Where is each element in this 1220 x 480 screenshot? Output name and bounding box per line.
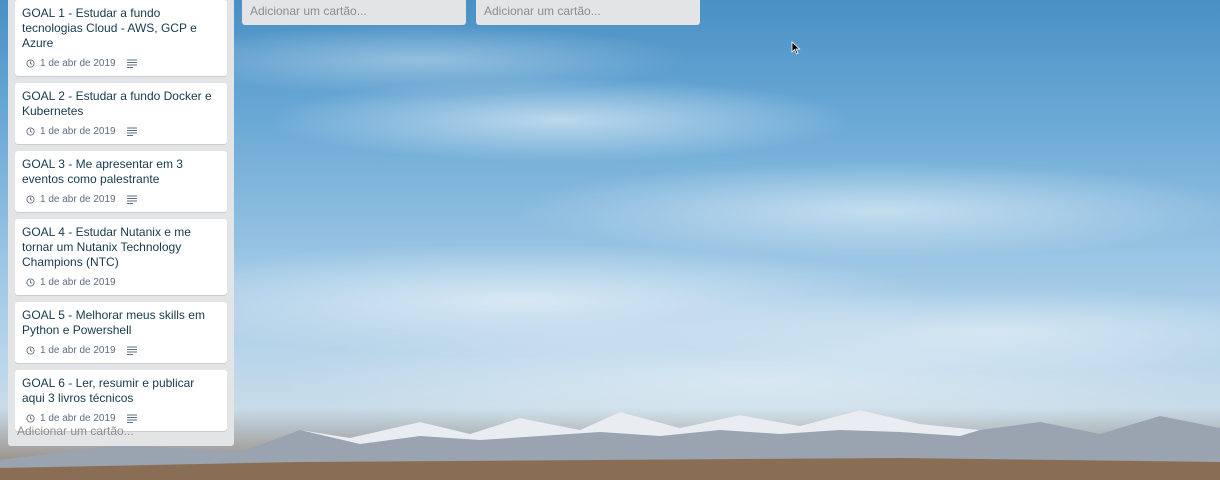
due-date-text: 1 de abr de 2019 [40, 344, 116, 356]
due-date-badge[interactable]: 1 de abr de 2019 [22, 194, 116, 205]
card-title: GOAL 6 - Ler, resumir e publicar aqui 3 … [22, 376, 195, 405]
card-badges: 1 de abr de 2019 [22, 192, 220, 206]
card-goal-2[interactable]: GOAL 2 - Estudar a fundo Docker e Kubern… [15, 83, 227, 144]
card-badges: 1 de abr de 2019 [22, 275, 220, 289]
due-date-badge[interactable]: 1 de abr de 2019 [22, 58, 116, 69]
card-title: GOAL 4 - Estudar Nutanix e me tornar um … [22, 225, 191, 269]
clock-icon [26, 277, 35, 287]
due-date-text: 1 de abr de 2019 [40, 412, 116, 424]
clock-icon [26, 126, 35, 136]
description-icon [126, 127, 137, 136]
due-date-text: 1 de abr de 2019 [40, 125, 116, 137]
description-icon [126, 59, 137, 68]
clock-icon [26, 413, 35, 423]
add-card-button[interactable]: Adicionar um cartão... [17, 424, 134, 438]
card-badges: 1 de abr de 2019 [22, 56, 220, 70]
due-date-text: 1 de abr de 2019 [40, 57, 116, 69]
card-goal-1[interactable]: GOAL 1 - Estudar a fundo tecnologias Clo… [15, 0, 227, 76]
due-date-badge[interactable]: 1 de abr de 2019 [22, 277, 116, 288]
card-title: GOAL 3 - Me apresentar em 3 eventos como… [22, 157, 183, 186]
card-goal-6[interactable]: GOAL 6 - Ler, resumir e publicar aqui 3 … [15, 370, 227, 431]
card-title: GOAL 2 - Estudar a fundo Docker e Kubern… [22, 89, 212, 118]
list-third: Adicionar um cartão... [476, 0, 700, 25]
due-date-text: 1 de abr de 2019 [40, 193, 116, 205]
list-goals: GOAL 1 - Estudar a fundo tecnologias Clo… [8, 0, 234, 446]
add-card-button[interactable]: Adicionar um cartão... [484, 4, 601, 18]
due-date-badge[interactable]: 1 de abr de 2019 [22, 413, 116, 424]
due-date-text: 1 de abr de 2019 [40, 276, 116, 288]
add-card-button[interactable]: Adicionar um cartão... [250, 4, 367, 18]
card-goal-4[interactable]: GOAL 4 - Estudar Nutanix e me tornar um … [15, 219, 227, 295]
list-second: Adicionar um cartão... [242, 0, 466, 25]
card-title: GOAL 5 - Melhorar meus skills em Python … [22, 308, 205, 337]
due-date-badge[interactable]: 1 de abr de 2019 [22, 126, 116, 137]
mouse-cursor-icon [791, 41, 801, 55]
card-badges: 1 de abr de 2019 [22, 124, 220, 138]
card-goal-5[interactable]: GOAL 5 - Melhorar meus skills em Python … [15, 302, 227, 363]
clock-icon [26, 345, 35, 355]
description-icon [126, 195, 137, 204]
card-badges: 1 de abr de 2019 [22, 411, 220, 425]
card-goal-3[interactable]: GOAL 3 - Me apresentar em 3 eventos como… [15, 151, 227, 212]
clock-icon [26, 58, 35, 68]
description-icon [126, 346, 137, 355]
card-badges: 1 de abr de 2019 [22, 343, 220, 357]
description-icon [126, 414, 137, 423]
clock-icon [26, 194, 35, 204]
due-date-badge[interactable]: 1 de abr de 2019 [22, 345, 116, 356]
card-title: GOAL 1 - Estudar a fundo tecnologias Clo… [22, 6, 197, 50]
